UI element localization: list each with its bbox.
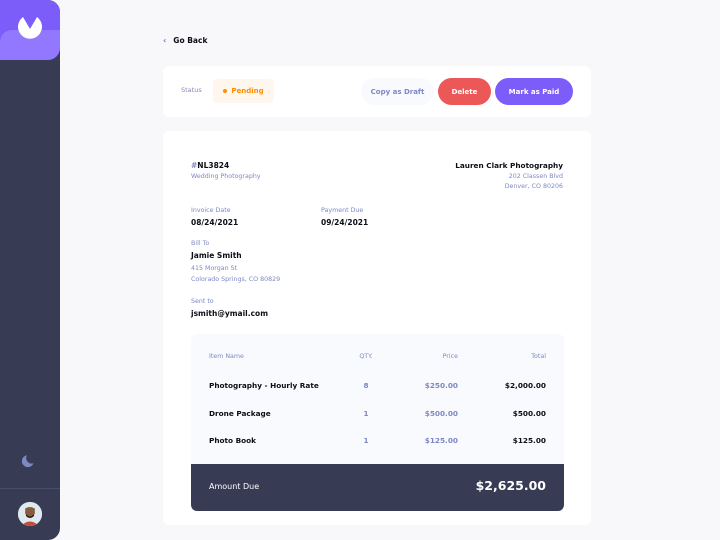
sidebar-divider [0, 488, 60, 489]
header-price: Price [442, 353, 458, 360]
invoice-date: Invoice Date 08/24/2021 [191, 207, 238, 227]
item-total: $125.00 [512, 436, 546, 445]
item-qty: 1 [363, 409, 369, 418]
amount-due-value: $2,625.00 [475, 478, 546, 493]
logo-icon [18, 17, 42, 39]
item-total: $2,000.00 [504, 381, 546, 390]
payment-due-label: Payment Due [321, 207, 364, 214]
bill-to-label: Bill To [191, 240, 210, 247]
item-name: Drone Package [209, 409, 271, 418]
payment-due-value: 09/24/2021 [321, 218, 369, 227]
bill-to: Bill To Jamie Smith 415 Morgan St Colora… [191, 240, 280, 285]
logo[interactable] [0, 0, 60, 60]
sent-to: Sent to jsmith@ymail.com [191, 298, 268, 318]
item-qty: 1 [363, 436, 369, 445]
item-qty: 8 [363, 381, 369, 390]
items-list: Item Name QTY. Price Total Photography -… [191, 334, 564, 464]
delete-button[interactable]: Delete [438, 78, 491, 105]
go-back-label: Go Back [173, 36, 208, 45]
invoice-id: #NL3824 [191, 161, 230, 170]
item-price: $125.00 [424, 436, 458, 445]
header-qty: QTY. [359, 353, 373, 360]
items-table: Item Name QTY. Price Total Photography -… [191, 334, 564, 511]
client-email: jsmith@ymail.com [191, 309, 269, 318]
header-total: Total [531, 353, 546, 360]
payment-due: Payment Due 09/24/2021 [321, 207, 368, 227]
moon-icon[interactable] [21, 452, 38, 472]
item-price: $250.00 [424, 381, 458, 390]
sender-address: Lauren Clark Photography 202 Classen Blv… [455, 161, 563, 190]
item-total: $500.00 [512, 409, 546, 418]
status-dot-icon [223, 89, 228, 93]
status-value: Pending [231, 87, 264, 95]
invoice-date-label: Invoice Date [191, 207, 231, 214]
item-name: Photo Book [209, 436, 257, 445]
amount-due-bar: Amount Due $2,625.00 [191, 464, 564, 511]
sender-street: 202 Classen Blvd [508, 173, 563, 180]
copy-as-draft-button[interactable]: Copy as Draft [361, 78, 434, 105]
status-badge: Pending [213, 79, 274, 103]
sender-name: Lauren Clark Photography [455, 161, 563, 170]
item-name: Photography - Hourly Rate [209, 381, 319, 390]
chevron-left-icon: ‹ [163, 36, 167, 45]
sent-to-label: Sent to [191, 298, 214, 305]
sidebar [0, 0, 60, 540]
status-label: Status [181, 86, 202, 94]
mark-as-paid-button[interactable]: Mark as Paid [495, 78, 573, 105]
invoice-description: Wedding Photography [191, 173, 261, 180]
go-back-link[interactable]: ‹ Go Back [163, 36, 207, 45]
amount-due-label: Amount Due [209, 482, 260, 491]
header-item-name: Item Name [209, 353, 244, 360]
client-city: Colorado Springs, CO 80829 [191, 275, 281, 283]
status-bar: Status Pending Copy as Draft Delete Mark… [163, 66, 591, 117]
invoice-card: #NL3824 Wedding Photography Lauren Clark… [163, 131, 591, 525]
avatar[interactable] [18, 502, 42, 526]
sender-city: Denver, CO 80206 [504, 183, 563, 190]
item-price: $500.00 [424, 409, 458, 418]
invoice-date-value: 08/24/2021 [191, 218, 239, 227]
client-name: Jamie Smith [191, 251, 242, 260]
client-street: 415 Morgan St [191, 265, 238, 272]
